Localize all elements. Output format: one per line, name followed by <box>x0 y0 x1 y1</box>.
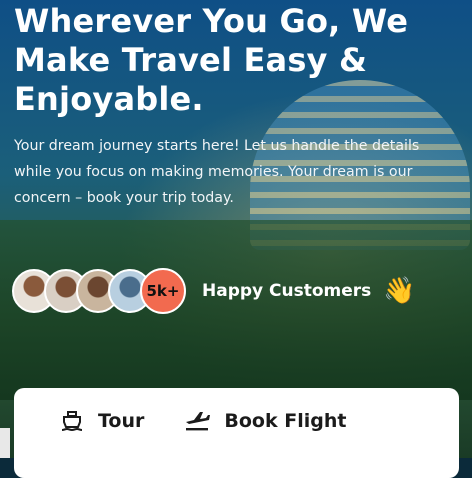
waving-hand-icon: 👋 <box>383 276 416 306</box>
search-tabs: Tour Book Flight <box>60 410 386 432</box>
tab-tour-label: Tour <box>98 410 145 432</box>
tab-book-flight[interactable]: Book Flight <box>184 410 346 432</box>
page-edge <box>0 428 10 458</box>
happy-customers: 5k+ Happy Customers 👋 <box>12 266 416 316</box>
customer-count-badge: 5k+ <box>140 268 186 314</box>
ship-icon <box>61 411 83 432</box>
tab-book-flight-label: Book Flight <box>224 410 347 432</box>
hero-content: Wherever You Go, We Make Travel Easy & E… <box>14 2 462 211</box>
search-card: Tour Book Flight <box>14 388 459 478</box>
plane-icon <box>186 412 211 431</box>
hero-headline: Wherever You Go, We Make Travel Easy & E… <box>14 2 409 118</box>
tab-tour[interactable]: Tour <box>60 410 144 432</box>
customer-avatars: 5k+ <box>12 268 186 314</box>
happy-customers-label: Happy Customers <box>202 281 372 301</box>
hero-subtext: Your dream journey starts here! Let us h… <box>14 138 420 206</box>
